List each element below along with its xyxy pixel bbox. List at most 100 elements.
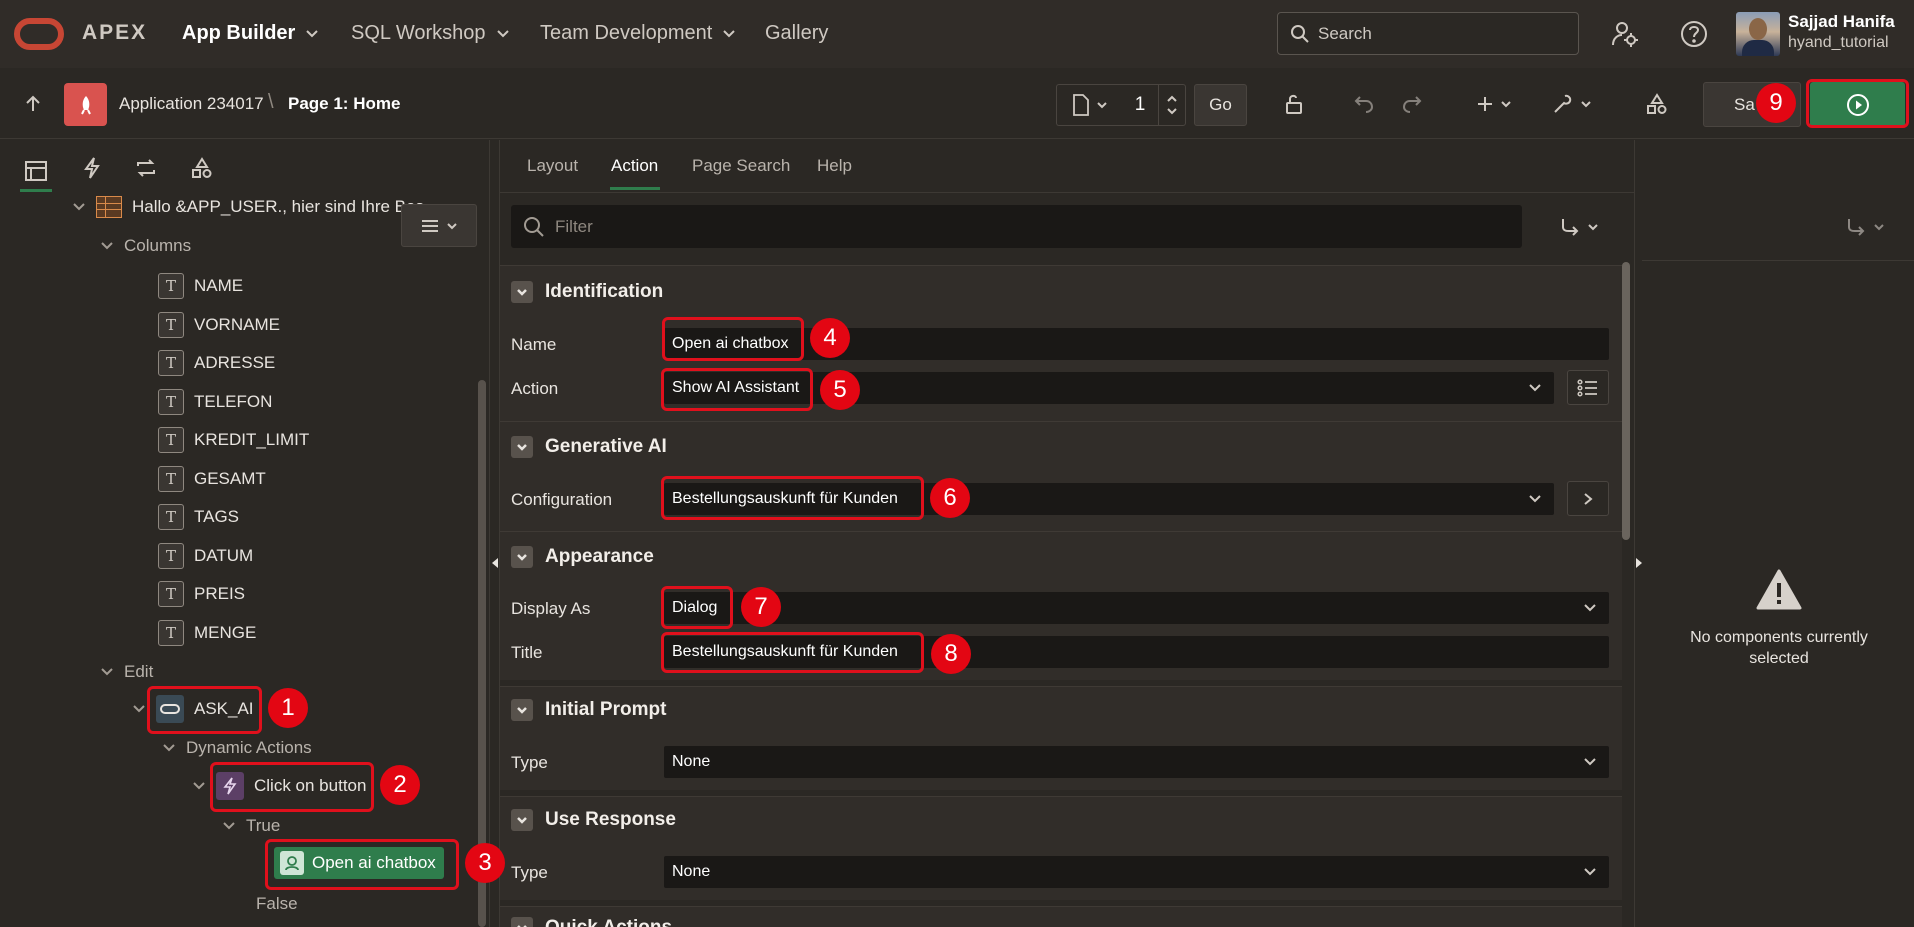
tree-column-item[interactable]: T KREDIT_LIMIT bbox=[158, 427, 309, 453]
user-name: Sajjad Hanifa bbox=[1788, 12, 1895, 31]
tab-action[interactable]: Action bbox=[611, 156, 658, 176]
left-splitter[interactable] bbox=[490, 140, 500, 927]
name-field[interactable]: Open ai chatbox bbox=[664, 328, 1609, 360]
tab-shared-components[interactable] bbox=[186, 152, 218, 184]
tree-region-label: Hallo &APP_USER., hier sind Ihre Bes bbox=[132, 197, 424, 216]
tree-column-label: ADRESSE bbox=[194, 353, 276, 372]
generative-ai-header[interactable]: Generative AI bbox=[511, 436, 667, 458]
tree-columns-node[interactable]: Columns bbox=[100, 236, 191, 256]
utilities-menu-button[interactable] bbox=[1548, 89, 1596, 119]
avatar[interactable] bbox=[1736, 12, 1780, 56]
tree-false-node[interactable]: False bbox=[256, 894, 298, 914]
page-designer-toolbar: Application 234017 \ Page 1: Home 1 Go S… bbox=[0, 69, 1914, 139]
initial-prompt-header[interactable]: Initial Prompt bbox=[511, 699, 666, 721]
property-editor-scrollbar[interactable] bbox=[1622, 262, 1630, 540]
open-configuration-button[interactable] bbox=[1567, 481, 1609, 516]
chevron-down-icon bbox=[1096, 102, 1107, 109]
display-as-select[interactable]: Dialog bbox=[664, 592, 1609, 624]
tree-column-item[interactable]: T NAME bbox=[158, 273, 243, 299]
tree-dynamic-actions-node[interactable]: Dynamic Actions bbox=[162, 738, 312, 758]
right-splitter[interactable] bbox=[1634, 140, 1642, 927]
use-response-header[interactable]: Use Response bbox=[511, 809, 676, 831]
identification-header[interactable]: Identification bbox=[511, 281, 663, 303]
list-of-values-button[interactable] bbox=[1567, 370, 1609, 405]
chevron-down-icon bbox=[306, 29, 319, 37]
go-button[interactable]: Go bbox=[1194, 84, 1247, 126]
plus-icon bbox=[1478, 97, 1492, 111]
application-breadcrumb[interactable]: Application 234017 bbox=[119, 94, 264, 114]
create-menu-button[interactable] bbox=[1472, 89, 1516, 119]
tree-column-item[interactable]: T DATUM bbox=[158, 543, 253, 569]
quick-actions-header[interactable]: Quick Actions bbox=[511, 917, 672, 927]
collapse-icon[interactable] bbox=[511, 917, 533, 927]
filter-input[interactable]: Filter bbox=[511, 205, 1522, 248]
chevron-down-icon[interactable] bbox=[1166, 105, 1178, 117]
nav-app-builder[interactable]: App Builder bbox=[182, 22, 319, 45]
undo-icon[interactable] bbox=[1349, 89, 1379, 119]
tab-dynamic-actions[interactable] bbox=[76, 152, 108, 184]
list-icon bbox=[1577, 378, 1597, 397]
tree-column-label: TAGS bbox=[194, 507, 240, 526]
action-label: Action bbox=[511, 379, 559, 398]
arrow-up-icon[interactable] bbox=[20, 91, 46, 117]
chevron-up-icon[interactable] bbox=[1166, 93, 1178, 105]
initial-prompt-type-select[interactable]: None bbox=[664, 746, 1609, 778]
apex-brand[interactable]: APEX bbox=[82, 21, 147, 45]
use-response-type-value: None bbox=[672, 863, 711, 880]
tab-page-search[interactable]: Page Search bbox=[692, 156, 790, 176]
collapse-icon[interactable] bbox=[511, 699, 533, 721]
tab-processing[interactable] bbox=[130, 152, 162, 184]
collapse-left-icon[interactable] bbox=[492, 558, 498, 568]
tree-true-node[interactable]: True bbox=[222, 816, 280, 836]
oracle-logo-icon[interactable] bbox=[14, 18, 64, 50]
help-icon[interactable] bbox=[1676, 16, 1712, 52]
tree-column-item[interactable]: T TELEFON bbox=[158, 389, 272, 415]
admin-tools-icon[interactable] bbox=[1607, 16, 1643, 52]
page-type-menu-button[interactable] bbox=[1056, 84, 1122, 126]
nav-team-development[interactable]: Team Development bbox=[540, 22, 736, 45]
use-response-title: Use Response bbox=[545, 809, 676, 830]
go-to-group-button[interactable] bbox=[1556, 212, 1602, 242]
tab-layout[interactable]: Layout bbox=[527, 156, 578, 176]
page-number-input[interactable]: 1 bbox=[1122, 84, 1158, 126]
rendering-icon bbox=[25, 160, 47, 181]
collapse-icon[interactable] bbox=[511, 809, 533, 831]
chevron-down-icon bbox=[496, 29, 509, 37]
nav-gallery[interactable]: Gallery bbox=[765, 22, 828, 45]
collapse-icon[interactable] bbox=[511, 281, 533, 303]
tree-false-label: False bbox=[256, 894, 298, 913]
tree-column-item[interactable]: T GESAMT bbox=[158, 466, 266, 492]
tree-column-item[interactable]: T TAGS bbox=[158, 504, 239, 530]
go-to-group-button[interactable] bbox=[1842, 212, 1888, 242]
appearance-header[interactable]: Appearance bbox=[511, 546, 654, 568]
tab-rendering[interactable] bbox=[20, 152, 52, 192]
redo-icon[interactable] bbox=[1397, 89, 1427, 119]
lock-icon[interactable] bbox=[1279, 89, 1309, 119]
breadcrumb-separator: \ bbox=[268, 91, 274, 113]
tree-true-label: True bbox=[246, 816, 281, 835]
help-panel: No components currently selected bbox=[1642, 140, 1914, 927]
tree-region-node[interactable]: Hallo &APP_USER., hier sind Ihre Bes bbox=[72, 196, 424, 218]
nav-sql-workshop[interactable]: SQL Workshop bbox=[351, 22, 510, 45]
tree-column-item[interactable]: T VORNAME bbox=[158, 312, 280, 338]
use-response-section: Use Response Type None bbox=[500, 796, 1622, 900]
tree-edit-node[interactable]: Edit bbox=[100, 662, 153, 682]
nav-app-builder-label: App Builder bbox=[182, 22, 296, 44]
step-badge: 8 bbox=[931, 634, 971, 674]
use-response-type-select[interactable]: None bbox=[664, 856, 1609, 888]
tree-column-item[interactable]: T MENGE bbox=[158, 620, 256, 646]
shared-components-icon[interactable] bbox=[1642, 89, 1672, 119]
tree-column-item[interactable]: T PREIS bbox=[158, 581, 245, 607]
global-search-input[interactable]: Search bbox=[1277, 12, 1579, 55]
tab-help[interactable]: Help bbox=[817, 156, 852, 176]
collapse-icon[interactable] bbox=[511, 546, 533, 568]
tree-column-item[interactable]: T ADRESSE bbox=[158, 350, 275, 376]
collapse-icon[interactable] bbox=[511, 436, 533, 458]
initial-prompt-type-value: None bbox=[672, 753, 711, 770]
tree-view-menu-button[interactable] bbox=[401, 204, 477, 247]
highlight-ask-ai bbox=[147, 686, 262, 734]
text-column-icon: T bbox=[158, 389, 184, 415]
application-icon[interactable] bbox=[64, 83, 107, 126]
page-number-stepper[interactable] bbox=[1158, 84, 1186, 126]
chevron-down-icon bbox=[723, 29, 736, 37]
